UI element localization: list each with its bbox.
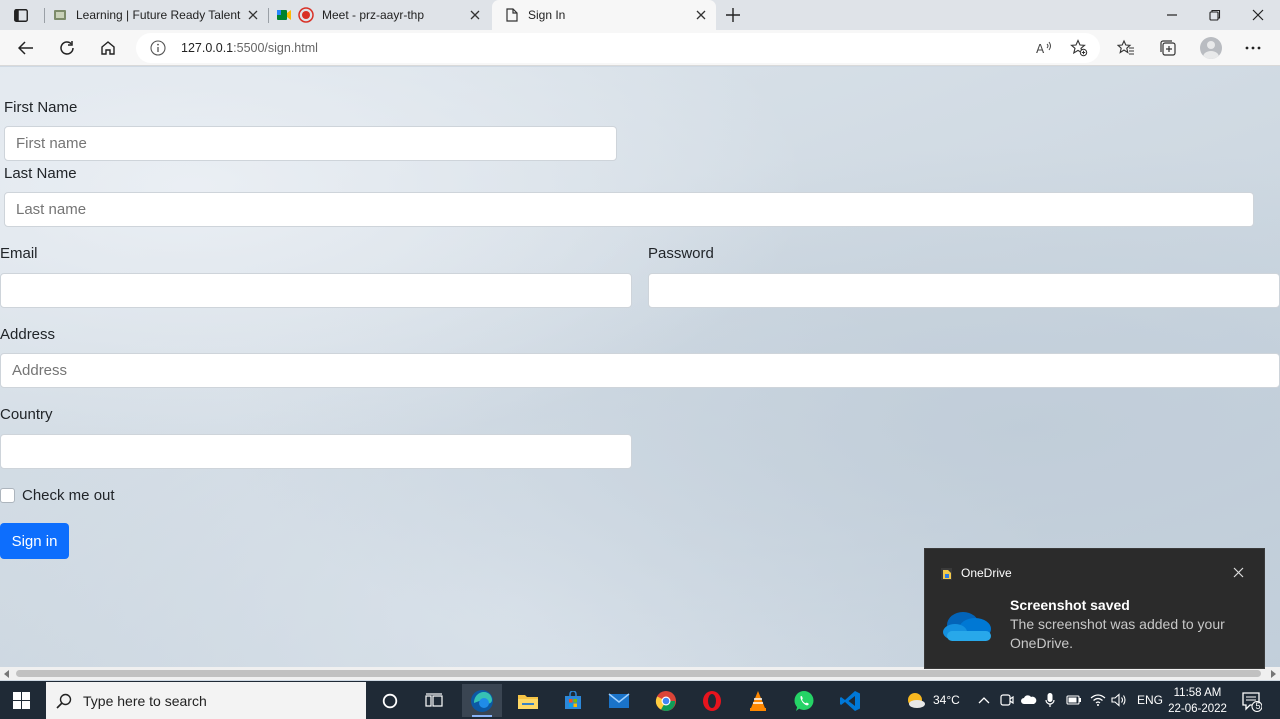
- browser-toolbar: 127.0.0.1:5500/sign.html A: [0, 30, 1280, 66]
- tab-close-icon[interactable]: [694, 8, 708, 22]
- file-explorer-icon[interactable]: [508, 684, 548, 717]
- add-favorite-icon[interactable]: [1070, 39, 1088, 57]
- taskbar-clock[interactable]: 11:58 AM 22-06-2022: [1165, 685, 1230, 717]
- tab-title: Sign In: [528, 8, 566, 22]
- onedrive-cloud-icon: [943, 612, 991, 641]
- tab-close-icon[interactable]: [246, 8, 260, 22]
- last-name-input[interactable]: [4, 192, 1254, 227]
- restore-icon[interactable]: [1206, 6, 1224, 24]
- cortana-icon[interactable]: [370, 684, 410, 717]
- learning-favicon-icon: [52, 7, 68, 23]
- back-arrow-icon[interactable]: [16, 38, 36, 58]
- active-indicator: [472, 715, 492, 717]
- country-input[interactable]: [0, 434, 632, 469]
- windows-start-icon[interactable]: [13, 692, 30, 709]
- last-name-label: Last Name: [4, 165, 77, 182]
- favorites-icon[interactable]: [1116, 38, 1136, 58]
- address-input[interactable]: [0, 353, 1280, 388]
- address-label: Address: [0, 326, 56, 343]
- onedrive-tray-icon[interactable]: [1021, 681, 1037, 719]
- microphone-icon[interactable]: [1045, 681, 1055, 719]
- toast-body: The screenshot was added to your OneDriv…: [1010, 616, 1225, 651]
- onedrive-notification[interactable]: OneDrive Screenshot saved The screenshot…: [924, 548, 1265, 669]
- email-label: Email: [0, 245, 38, 262]
- address-bar[interactable]: 127.0.0.1:5500/sign.html A: [136, 33, 1100, 63]
- vlc-icon[interactable]: [738, 684, 778, 717]
- site-info-icon[interactable]: [150, 40, 166, 56]
- onedrive-app-icon: [941, 568, 952, 580]
- tab-title: Meet - prz-aayr-thp: [322, 8, 425, 22]
- tab-meet[interactable]: Meet - prz-aayr-thp: [276, 0, 490, 30]
- toast-close-icon[interactable]: [1231, 565, 1245, 579]
- scroll-left-icon[interactable]: [4, 670, 9, 678]
- chrome-icon[interactable]: [646, 684, 686, 717]
- country-label: Country: [0, 406, 53, 423]
- tab-separator: [44, 8, 45, 23]
- tab-close-icon[interactable]: [468, 8, 482, 22]
- browser-tab-strip: Learning | Future Ready Talent Meet - pr…: [0, 0, 1280, 30]
- tab-title: Learning | Future Ready Talent: [76, 8, 241, 22]
- first-name-input[interactable]: [4, 126, 617, 161]
- password-input[interactable]: [648, 273, 1280, 308]
- first-name-label: First Name: [4, 99, 78, 116]
- meet-now-icon[interactable]: [1000, 681, 1014, 719]
- search-icon: [56, 693, 72, 709]
- opera-icon[interactable]: [692, 684, 732, 717]
- wifi-icon[interactable]: [1090, 681, 1106, 719]
- tab-actions-icon[interactable]: [12, 7, 30, 23]
- weather-temperature: 34°C: [933, 693, 960, 707]
- password-label: Password: [648, 245, 714, 262]
- toast-title: Screenshot saved: [1010, 597, 1130, 613]
- new-tab-icon[interactable]: [724, 6, 742, 24]
- edge-taskbar-icon[interactable]: [462, 684, 502, 717]
- profile-avatar-icon[interactable]: [1200, 37, 1222, 59]
- taskbar-search-box[interactable]: Type here to search: [46, 682, 366, 719]
- clock-time: 11:58 AM: [1173, 687, 1222, 699]
- tab-sign-in[interactable]: Sign In: [492, 0, 716, 30]
- microsoft-store-icon[interactable]: [553, 684, 593, 717]
- meet-favicon-icon: [276, 7, 292, 23]
- more-menu-icon[interactable]: [1243, 38, 1263, 58]
- toast-app-name: OneDrive: [961, 566, 1012, 580]
- language-indicator[interactable]: ENG: [1137, 681, 1163, 719]
- collections-icon[interactable]: [1158, 38, 1178, 58]
- sign-in-button[interactable]: Sign in: [0, 523, 69, 559]
- email-input[interactable]: [0, 273, 632, 308]
- page-favicon-icon: [504, 7, 520, 23]
- weather-widget[interactable]: 34°C: [905, 681, 960, 719]
- search-placeholder: Type here to search: [83, 693, 207, 709]
- read-aloud-icon[interactable]: A: [1036, 39, 1054, 57]
- scrollbar-thumb[interactable]: [16, 670, 1261, 677]
- notification-count: 5: [1255, 701, 1261, 711]
- check-me-out-label: Check me out: [22, 487, 115, 504]
- windows-taskbar: Type here to search 34°C ENG 11:58 AM 22…: [0, 681, 1280, 719]
- close-window-icon[interactable]: [1249, 6, 1267, 24]
- scroll-right-icon[interactable]: [1271, 670, 1276, 678]
- weather-sun-icon: [908, 693, 925, 708]
- clock-date: 22-06-2022: [1168, 703, 1227, 715]
- svg-text:A: A: [1036, 42, 1045, 56]
- recording-icon: [298, 7, 314, 23]
- check-me-out-checkbox[interactable]: [0, 488, 15, 503]
- show-hidden-icons-icon[interactable]: [978, 681, 990, 719]
- battery-icon[interactable]: [1066, 681, 1082, 719]
- mail-icon[interactable]: [599, 684, 639, 717]
- home-icon[interactable]: [98, 38, 118, 58]
- minimize-icon[interactable]: [1163, 6, 1181, 24]
- url-text: 127.0.0.1:5500/sign.html: [181, 41, 318, 55]
- refresh-icon[interactable]: [57, 38, 77, 58]
- vscode-icon[interactable]: [830, 684, 870, 717]
- tab-learning[interactable]: Learning | Future Ready Talent: [52, 0, 268, 30]
- task-view-icon[interactable]: [414, 684, 454, 717]
- volume-icon[interactable]: [1111, 681, 1127, 719]
- whatsapp-icon[interactable]: [784, 684, 824, 717]
- tab-separator: [268, 8, 269, 23]
